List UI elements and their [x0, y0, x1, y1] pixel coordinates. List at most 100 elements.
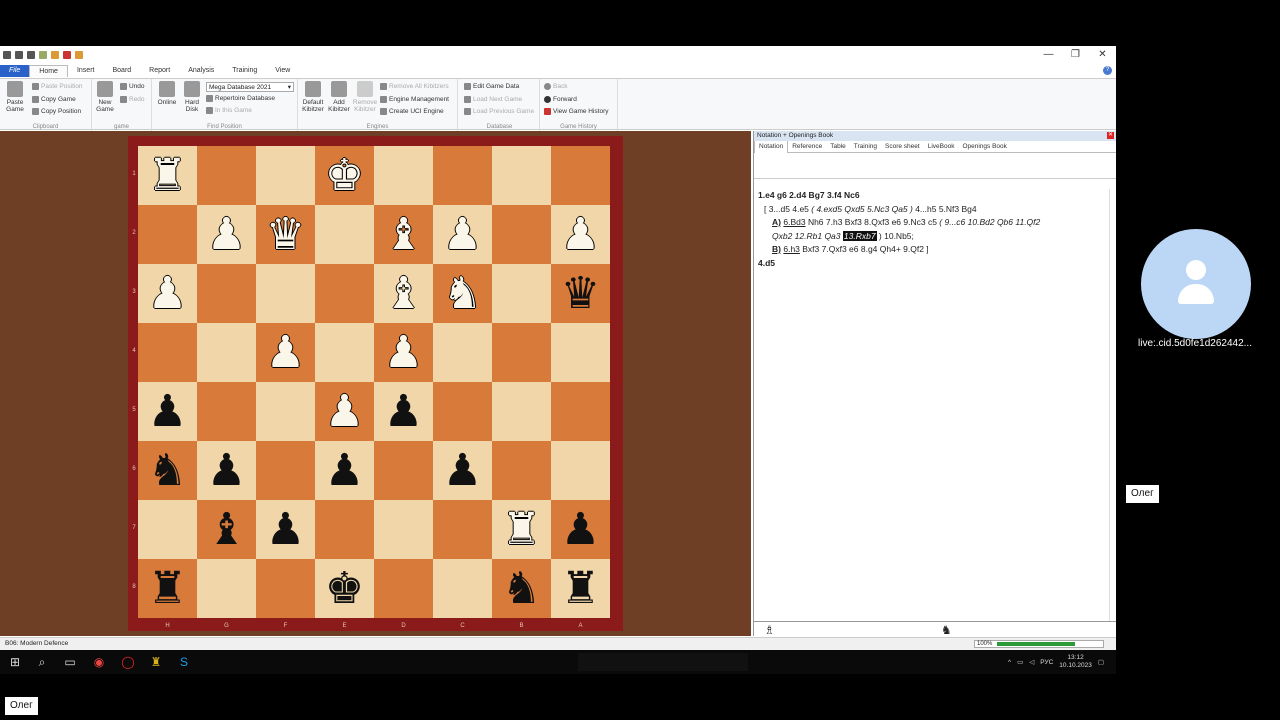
board-square[interactable] [492, 146, 551, 205]
board-square[interactable] [138, 205, 197, 264]
menu-insert[interactable]: Insert [68, 65, 104, 77]
board-square[interactable] [433, 559, 492, 618]
board-square[interactable]: ♟ [138, 264, 197, 323]
copy-game-button[interactable]: Copy Game [32, 96, 76, 103]
network-icon[interactable]: ▭ [1017, 658, 1023, 666]
tab-notation[interactable]: Notation [754, 140, 789, 153]
black-pawn-icon[interactable]: ♟ [384, 389, 423, 434]
white-bishop-icon[interactable]: ♝ [384, 212, 423, 257]
load-previous-game-button[interactable]: Load Previous Game [464, 108, 534, 115]
paste-game-button[interactable]: Paste Game [2, 81, 28, 113]
board-square[interactable]: ♟ [256, 323, 315, 382]
skype-icon[interactable]: S [177, 655, 191, 669]
board-square[interactable]: ♞ [433, 264, 492, 323]
white-pawn-icon[interactable]: ♟ [384, 330, 423, 375]
sub-variation-a-cont[interactable]: Qxb2 12.Rb1 Qa3 13.Rxb7 ) 10.Nb5; [758, 230, 1103, 244]
view-game-history-button[interactable]: View Game History [544, 108, 609, 115]
notation-text[interactable]: 1.e4 g6 2.d4 Bg7 3.f4 Nc6 [ 3...d5 4.e5 … [758, 189, 1103, 270]
current-move[interactable]: 4.d5 [758, 257, 1103, 271]
help-icon[interactable]: ? [1103, 66, 1112, 75]
board-square[interactable] [492, 382, 551, 441]
close-icon[interactable]: ✕ [1107, 132, 1114, 139]
board-square[interactable]: ♟ [374, 323, 433, 382]
windows-start-icon[interactable]: ⊞ [8, 655, 22, 669]
chevron-up-icon[interactable]: ^ [1008, 659, 1011, 666]
board-square[interactable] [492, 264, 551, 323]
back-button[interactable]: Back [544, 83, 567, 90]
board-square[interactable] [197, 264, 256, 323]
sub-variation-a[interactable]: A) 6.Bd3 Nh6 7.h3 Bxf3 8.Qxf3 e6 9.Nc3 c… [758, 216, 1103, 230]
opera-icon[interactable]: ◯ [121, 655, 135, 669]
tab-training[interactable]: Training [850, 141, 881, 153]
white-pawn-icon[interactable]: ♟ [148, 271, 187, 316]
default-kibitzer-button[interactable]: Default Kibitzer [300, 81, 326, 113]
chessboard[interactable]: ♜ ♚ ♟ ♛ ♝ ♟ ♟ ♟ ♝ ♞ ♛ ♟ ♟ ♟ ♟ ♟ ♞ ♟ ♟ ♟ ♝ ♟ ♜ ♟ ♜ ♚ ♞ ♜ 1 2 3 4 5 6 7 8 H G F E… [128, 136, 623, 631]
black-knight-icon[interactable]: ♞ [148, 448, 187, 493]
board-square[interactable] [197, 382, 256, 441]
undo-button[interactable]: Undo [120, 83, 145, 90]
white-rook-icon[interactable]: ♜ [502, 507, 541, 552]
tab-reference[interactable]: Reference [788, 141, 826, 153]
black-pawn-icon[interactable]: ♟ [561, 507, 600, 552]
board-square[interactable]: ♜ [492, 500, 551, 559]
black-king-icon[interactable]: ♚ [325, 566, 364, 611]
board-square[interactable]: ♞ [492, 559, 551, 618]
board-square[interactable] [433, 323, 492, 382]
board-square[interactable] [374, 146, 433, 205]
black-knight-icon[interactable]: ♞ [502, 566, 541, 611]
board-square[interactable] [551, 146, 610, 205]
board-square[interactable]: ♟ [433, 441, 492, 500]
hard-disk-button[interactable]: Hard Disk [180, 81, 204, 113]
board-square[interactable] [374, 441, 433, 500]
board-square[interactable] [433, 500, 492, 559]
black-pawn-icon[interactable]: ♟ [207, 448, 246, 493]
menu-home[interactable]: Home [29, 65, 68, 77]
black-pawn-icon[interactable]: ♟ [325, 448, 364, 493]
board-square[interactable] [374, 500, 433, 559]
board-square[interactable]: ♟ [197, 441, 256, 500]
notation-scrollbar[interactable] [1109, 189, 1116, 621]
board-square[interactable]: ♟ [433, 205, 492, 264]
board-square[interactable]: ♝ [197, 500, 256, 559]
copy-position-button[interactable]: Copy Position [32, 108, 81, 115]
board-square[interactable] [315, 323, 374, 382]
board-square[interactable]: ♛ [551, 264, 610, 323]
search-icon[interactable]: ⌕ [35, 655, 49, 669]
board-square[interactable] [315, 500, 374, 559]
white-pawn-icon[interactable]: ♟ [207, 212, 246, 257]
black-pawn-icon[interactable]: ♟ [266, 507, 305, 552]
board-square[interactable] [197, 323, 256, 382]
board-square[interactable] [374, 559, 433, 618]
black-queen-icon[interactable]: ♛ [561, 271, 600, 316]
close-button[interactable]: ✕ [1089, 46, 1116, 63]
board-icon[interactable] [51, 50, 59, 59]
black-bishop-icon[interactable]: ♝ [207, 507, 246, 552]
minimize-button[interactable]: — [1035, 46, 1062, 63]
board-square[interactable]: ♞ [138, 441, 197, 500]
language-indicator[interactable]: РУС [1040, 659, 1053, 666]
white-pawn-icon[interactable]: ♟ [266, 330, 305, 375]
board-square[interactable] [197, 146, 256, 205]
edit-game-data-button[interactable]: Edit Game Data [464, 83, 519, 90]
redo-button[interactable]: Redo [120, 96, 145, 103]
online-button[interactable]: Online [154, 81, 180, 106]
maximize-button[interactable]: ❐ [1062, 46, 1089, 63]
tab-table[interactable]: Table [826, 141, 850, 153]
menu-analysis[interactable]: Analysis [179, 65, 223, 77]
remove-kibitzer-button[interactable]: Remove Kibitzer [352, 81, 378, 113]
white-pawn-icon[interactable]: ♟ [325, 389, 364, 434]
board-square[interactable] [256, 264, 315, 323]
black-pawn-icon[interactable]: ♟ [148, 389, 187, 434]
trophy-icon[interactable] [75, 50, 83, 59]
board-square[interactable] [138, 500, 197, 559]
repertoire-database-button[interactable]: Repertoire Database [206, 95, 275, 102]
volume-icon[interactable]: ◁ [1029, 658, 1034, 666]
task-view-icon[interactable]: ▭ [63, 655, 77, 669]
save-icon[interactable] [15, 50, 23, 59]
board-square[interactable] [551, 441, 610, 500]
menu-board[interactable]: Board [103, 65, 140, 77]
board-square[interactable]: ♟ [197, 205, 256, 264]
board-square[interactable] [492, 323, 551, 382]
board-square[interactable]: ♟ [256, 500, 315, 559]
white-rook-icon[interactable]: ♜ [148, 153, 187, 198]
